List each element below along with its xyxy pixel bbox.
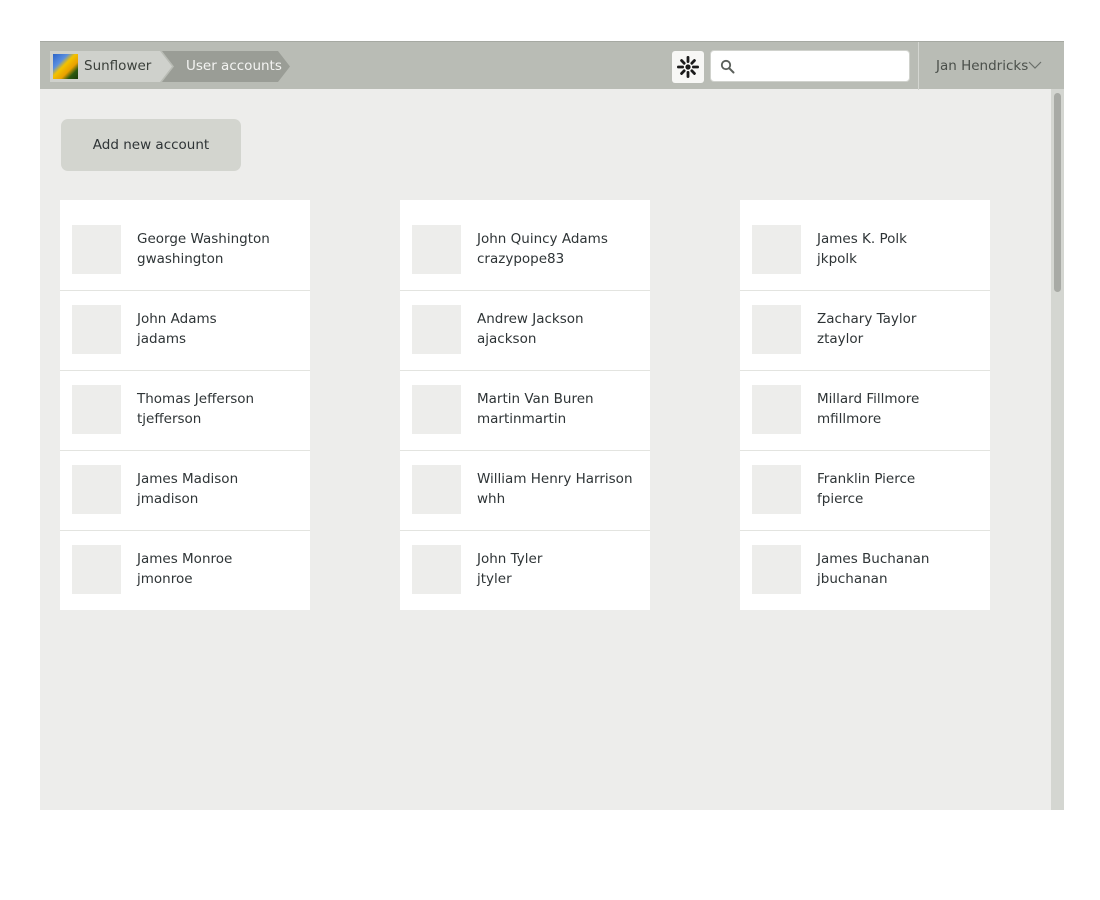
breadcrumb-home[interactable]: Sunflower: [50, 51, 172, 82]
account-username: ztaylor: [817, 331, 864, 347]
account-row[interactable]: James Monroe jmonroe: [60, 530, 310, 610]
account-column-1: George Washington gwashington John Adams…: [60, 200, 310, 610]
add-new-account-button[interactable]: Add new account: [61, 119, 241, 171]
account-full-name: Zachary Taylor: [817, 311, 917, 327]
avatar: [72, 305, 121, 354]
account-row[interactable]: John Tyler jtyler: [400, 530, 650, 610]
account-username: ajackson: [477, 331, 537, 347]
account-full-name: George Washington: [137, 231, 270, 247]
account-full-name: Franklin Pierce: [817, 471, 916, 487]
account-username: jmadison: [137, 491, 199, 507]
chevron-down-icon: [1028, 61, 1042, 69]
account-full-name: James K. Polk: [817, 231, 907, 247]
account-username: jbuchanan: [817, 571, 888, 587]
sunflower-logo: [53, 54, 78, 79]
account-row[interactable]: Millard Fillmore mfillmore: [740, 370, 990, 450]
account-row[interactable]: John Adams jadams: [60, 290, 310, 370]
app-window: Sunflower User accounts Jan Hendricks Ad…: [40, 41, 1064, 810]
account-row[interactable]: Thomas Jefferson tjefferson: [60, 370, 310, 450]
account-username: jkpolk: [817, 251, 857, 267]
account-username: jtyler: [477, 571, 512, 587]
avatar: [412, 305, 461, 354]
account-column-3: James K. Polk jkpolk Zachary Taylor ztay…: [740, 200, 990, 610]
account-full-name: Martin Van Buren: [477, 391, 594, 407]
account-full-name: William Henry Harrison: [477, 471, 633, 487]
avatar: [72, 545, 121, 594]
settings-button[interactable]: [672, 51, 704, 83]
avatar: [752, 545, 801, 594]
avatar: [412, 465, 461, 514]
avatar: [752, 385, 801, 434]
account-column-2: John Quincy Adams crazypope83 Andrew Jac…: [400, 200, 650, 610]
breadcrumb-home-label: Sunflower: [84, 58, 152, 74]
account-row[interactable]: Zachary Taylor ztaylor: [740, 290, 990, 370]
user-name: Jan Hendricks: [936, 58, 1029, 74]
account-row[interactable]: William Henry Harrison whh: [400, 450, 650, 530]
breadcrumb-current[interactable]: User accounts: [162, 51, 290, 82]
account-row[interactable]: James K. Polk jkpolk: [740, 200, 990, 290]
account-row[interactable]: James Madison jmadison: [60, 450, 310, 530]
avatar: [72, 385, 121, 434]
user-menu[interactable]: Jan Hendricks: [918, 42, 1064, 90]
account-row[interactable]: George Washington gwashington: [60, 200, 310, 290]
avatar: [412, 545, 461, 594]
avatar: [412, 225, 461, 274]
avatar: [752, 465, 801, 514]
account-full-name: James Madison: [137, 471, 239, 487]
account-username: martinmartin: [477, 411, 567, 427]
header-bar: Sunflower User accounts Jan Hendricks: [40, 41, 1064, 90]
account-full-name: James Buchanan: [817, 551, 930, 567]
search-icon: [720, 59, 735, 74]
search-box[interactable]: [710, 50, 910, 82]
account-row[interactable]: Andrew Jackson ajackson: [400, 290, 650, 370]
avatar: [72, 225, 121, 274]
account-username: tjefferson: [137, 411, 202, 427]
account-username: jmonroe: [137, 571, 193, 587]
account-row[interactable]: Franklin Pierce fpierce: [740, 450, 990, 530]
account-username: fpierce: [817, 491, 864, 507]
avatar: [752, 305, 801, 354]
account-row[interactable]: John Quincy Adams crazypope83: [400, 200, 650, 290]
account-username: whh: [477, 491, 506, 507]
scrollbar-thumb[interactable]: [1054, 93, 1061, 292]
search-input[interactable]: [741, 53, 905, 81]
account-username: mfillmore: [817, 411, 882, 427]
avatar: [752, 225, 801, 274]
account-full-name: John Tyler: [477, 551, 543, 567]
account-full-name: John Quincy Adams: [477, 231, 608, 247]
account-full-name: Millard Fillmore: [817, 391, 920, 407]
account-username: jadams: [137, 331, 187, 347]
account-username: gwashington: [137, 251, 224, 267]
gear-icon: [677, 56, 699, 78]
account-row[interactable]: Martin Van Buren martinmartin: [400, 370, 650, 450]
avatar: [412, 385, 461, 434]
account-full-name: James Monroe: [137, 551, 233, 567]
vertical-scrollbar[interactable]: [1051, 89, 1064, 810]
avatar: [72, 465, 121, 514]
account-full-name: Andrew Jackson: [477, 311, 584, 327]
account-row[interactable]: James Buchanan jbuchanan: [740, 530, 990, 610]
account-full-name: John Adams: [137, 311, 217, 327]
account-full-name: Thomas Jefferson: [137, 391, 255, 407]
breadcrumb-current-label: User accounts: [186, 58, 282, 74]
account-username: crazypope83: [477, 251, 565, 267]
